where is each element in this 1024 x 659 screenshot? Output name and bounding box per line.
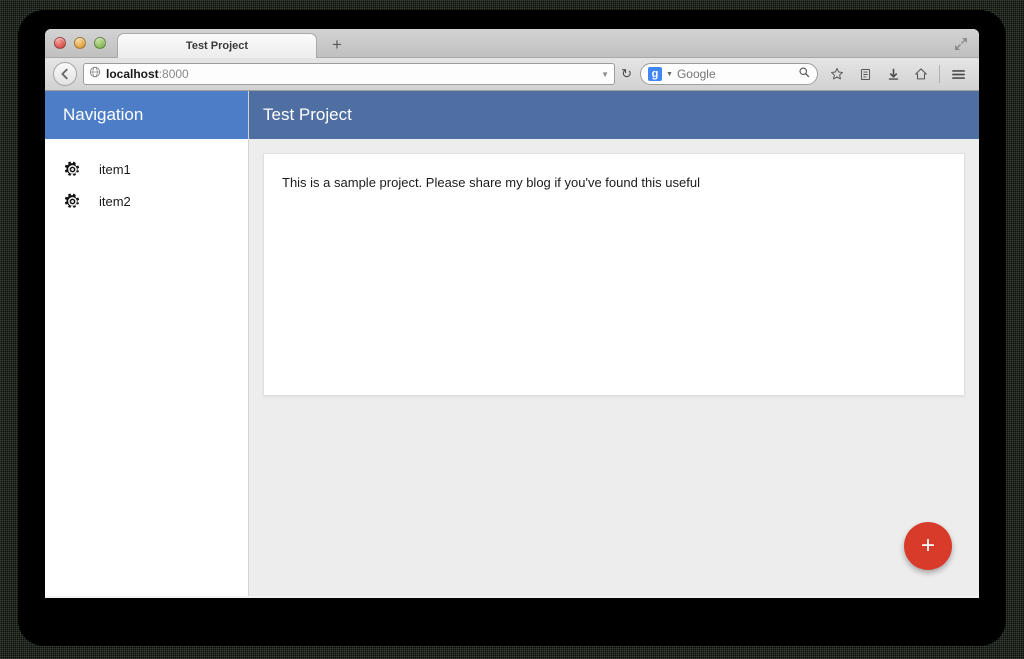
url-port: :8000 [158,67,189,81]
sidebar-item-label: item1 [99,161,131,177]
sidebar-title: Navigation [63,105,144,124]
menu-hamburger-icon[interactable] [945,62,971,86]
url-host: localhost [106,67,159,81]
sidebar-item-item1[interactable]: item1 [45,153,248,185]
page-viewport: Navigation item1 item2 Test Project This… [45,91,979,596]
browser-nav-toolbar: localhost:8000 ▼ ↻ g ▼ Google [45,58,979,91]
chevron-down-icon[interactable]: ▼ [601,70,609,79]
reading-list-icon[interactable] [852,62,878,86]
bookmark-star-icon[interactable] [824,62,850,86]
main-area: Test Project This is a sample project. P… [249,91,979,596]
new-tab-button[interactable]: + [327,36,347,56]
search-engine-caret-icon[interactable]: ▼ [666,71,673,78]
fullscreen-arrows-icon[interactable] [953,36,969,52]
url-bar[interactable]: localhost:8000 ▼ [83,63,616,85]
sidebar-item-item2[interactable]: item2 [45,185,248,217]
back-button[interactable] [53,62,77,86]
search-bar[interactable]: g ▼ Google [640,63,818,85]
main-header: Test Project [249,91,979,139]
sidebar-header: Navigation [45,91,248,139]
browser-window: Test Project + localhost:8000 ▼ ↻ g ▼ Go… [45,29,979,598]
page-title: Test Project [263,105,352,124]
window-traffic-lights [54,37,106,49]
window-minimize-button[interactable] [74,37,86,49]
gear-icon [63,160,81,178]
main-body: This is a sample project. Please share m… [249,139,979,596]
sidebar-item-label: item2 [99,193,131,209]
home-icon[interactable] [908,62,934,86]
browser-toolbar-buttons [824,62,971,86]
window-close-button[interactable] [54,37,66,49]
content-card-text: This is a sample project. Please share m… [282,175,700,190]
sidebar: Navigation item1 item2 [45,91,249,596]
gear-icon [63,192,81,210]
search-input[interactable]: Google [677,67,716,81]
globe-icon [89,65,101,83]
search-icon[interactable] [798,65,810,83]
toolbar-separator [939,65,940,83]
url-text: localhost:8000 [106,67,189,81]
add-button[interactable]: + [904,522,952,570]
downloads-icon[interactable] [880,62,906,86]
reload-button[interactable]: ↻ [621,66,634,82]
window-zoom-button[interactable] [94,37,106,49]
browser-tab-test-project[interactable]: Test Project [117,33,317,58]
google-favicon-icon: g [648,67,662,81]
sidebar-list: item1 item2 [45,139,248,217]
content-card: This is a sample project. Please share m… [263,153,965,396]
browser-tab-bar: Test Project + [45,29,979,58]
browser-tab-title: Test Project [185,40,249,52]
